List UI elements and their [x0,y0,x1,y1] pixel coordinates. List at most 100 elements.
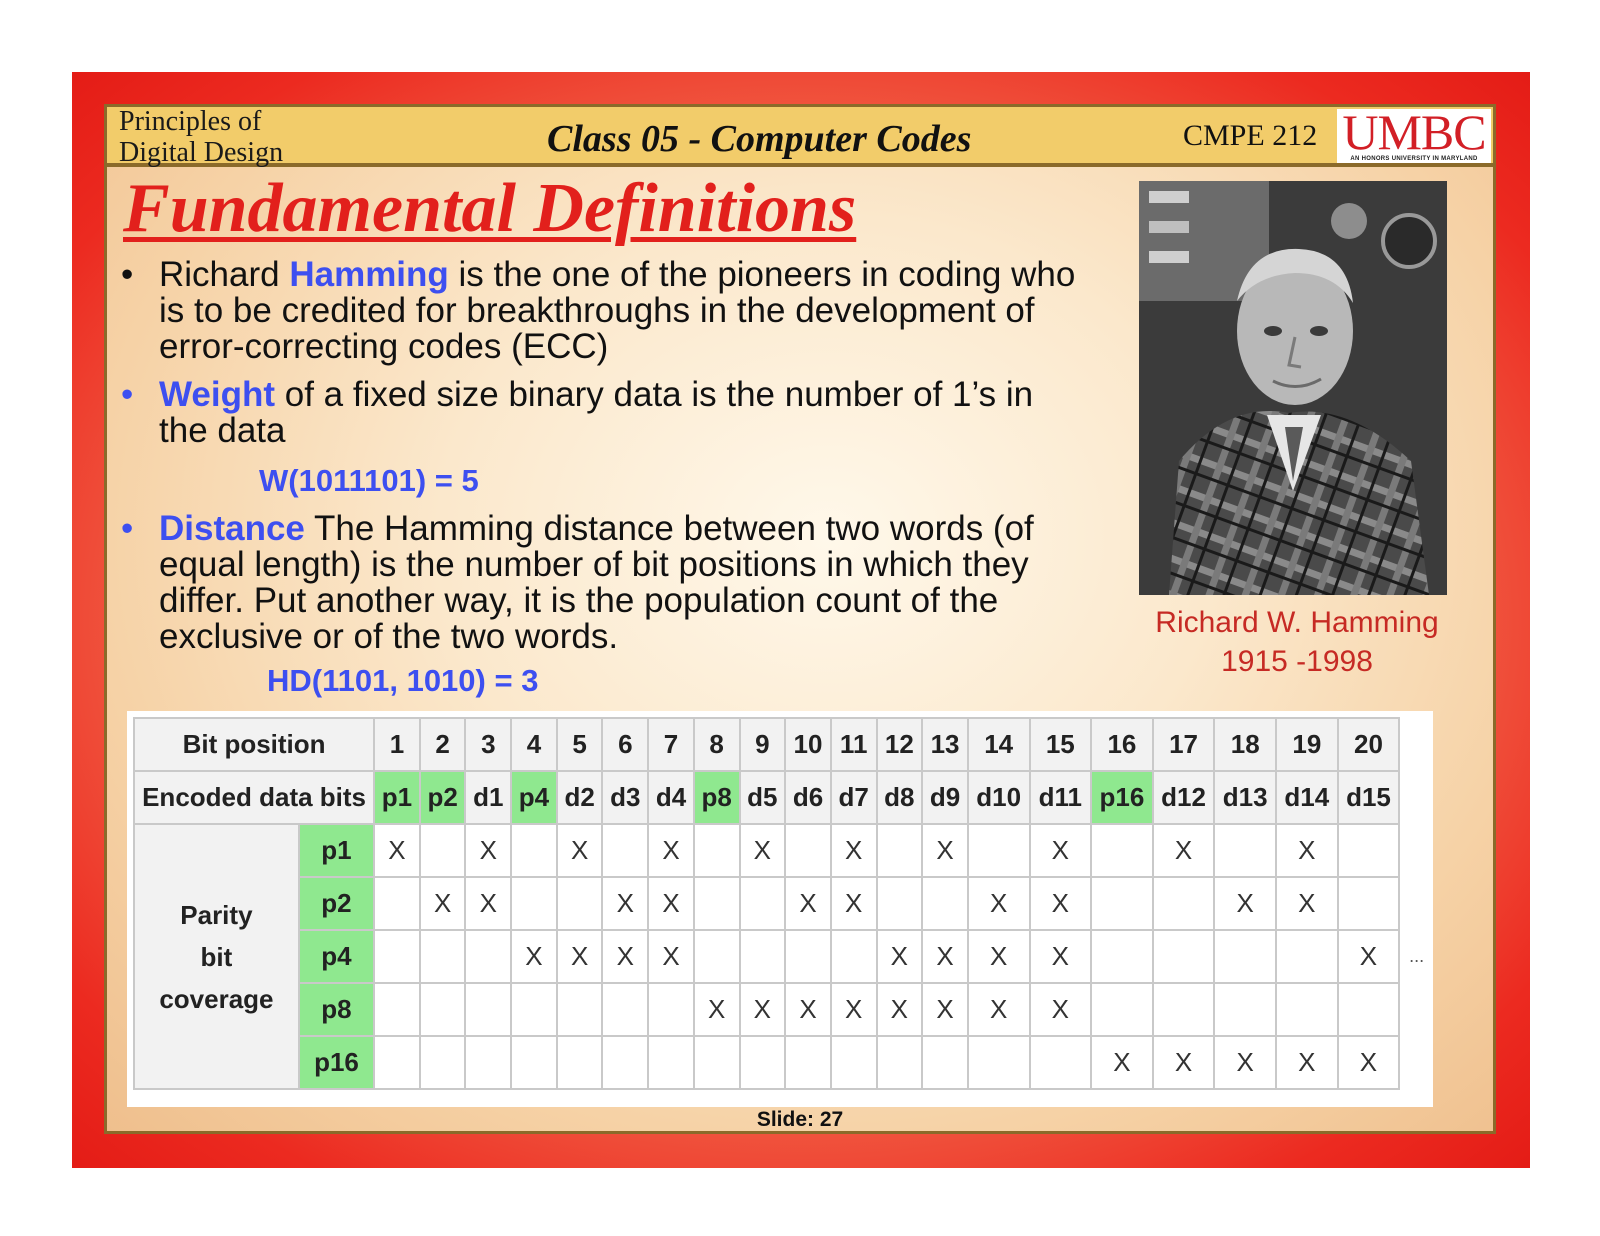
data-bit-cell: d12 [1151,770,1216,825]
data-bit-cell: d5 [738,770,787,825]
coverage-empty [373,982,421,1037]
coverage-mark: X [966,876,1031,931]
parity-coverage-label: Parity bit coverage [133,823,300,1090]
bit-position-cell: 15 [1028,717,1093,772]
coverage-mark: X [875,929,924,984]
parity-bit-cell: p1 [373,770,421,825]
coverage-empty [692,1035,741,1090]
data-bit-cell: d13 [1213,770,1278,825]
coverage-mark: X [373,823,421,878]
slide: Principles of Digital Design Class 05 - … [104,104,1496,1134]
data-bit-cell: d7 [829,770,878,825]
bit-position-cell: 17 [1151,717,1216,772]
coverage-empty [1151,876,1216,931]
coverage-empty [875,1035,924,1090]
coverage-mark: X [921,823,969,878]
coverage-empty [373,929,421,984]
parity-table-panel: Bit position 1 2 3 4 5 6 7 8 9 10 11 12 13 14 15 16 17 18 1… [127,711,1433,1107]
parity-row-label: p2 [297,876,376,931]
table-row: p8 X X X X X X X X [134,982,1433,1037]
coverage-mark: X [1028,929,1093,984]
bit-position-cell: 12 [875,717,924,772]
table-row: p16 X X X X X [134,1035,1433,1090]
coverage-mark: X [1213,1035,1278,1090]
parity-bit-cell: p8 [692,770,741,825]
coverage-empty [1090,929,1154,984]
portrait-illustration [1139,181,1447,595]
coverage-empty [784,823,832,878]
coverage-empty [966,1035,1031,1090]
coverage-empty [373,1035,421,1090]
coverage-mark: X [647,876,695,931]
bit-position-cell: 1 [373,717,421,772]
coverage-empty [555,876,604,931]
coverage-empty [601,982,650,1037]
coverage-empty [1213,982,1278,1037]
coverage-empty [464,982,513,1037]
coverage-empty [1090,982,1154,1037]
data-bit-cell: d8 [875,770,924,825]
coverage-mark: X [966,982,1031,1037]
coverage-empty [692,823,741,878]
coverage-empty [373,876,421,931]
table-row: p4 X X X X X X X X X [134,929,1433,984]
logo-wordmark: UMBC [1342,104,1486,160]
coverage-mark: X [966,929,1031,984]
coverage-empty [555,982,604,1037]
coverage-empty [464,929,513,984]
coverage-mark: X [829,876,878,931]
coverage-mark: X [784,982,832,1037]
bit-position-cell: 20 [1336,717,1401,772]
course-name: Principles of Digital Design [119,106,283,168]
keyword-hamming: Hamming [289,255,449,294]
coverage-empty [601,1035,650,1090]
bit-position-cell: 18 [1213,717,1278,772]
data-bit-cell: d2 [555,770,604,825]
coverage-empty [1151,929,1216,984]
bit-position-cell: 7 [647,717,695,772]
bit-position-cell: 19 [1275,717,1339,772]
parity-row-label: p4 [297,929,376,984]
coverage-mark: X [1336,1035,1401,1090]
coverage-mark: X [1213,876,1278,931]
bit-position-cell: 9 [738,717,787,772]
coverage-empty [784,929,832,984]
coverage-mark: X [1151,823,1216,878]
coverage-mark: X [1090,1035,1154,1090]
coverage-empty [1336,823,1401,878]
umbc-logo: UMBC AN HONORS UNIVERSITY IN MARYLAND [1337,105,1491,163]
coverage-empty [510,1035,558,1090]
course-name-line1: Principles of [119,106,262,137]
slide-number: Slide: 27 [756,1108,844,1131]
bullet-distance: • Distance The Hamming distance between t… [121,511,1081,701]
coverage-empty [1090,876,1154,931]
coverage-empty [921,1035,969,1090]
table-ellipsis: ... [1409,946,1425,966]
coverage-mark: X [692,982,741,1037]
coverage-empty [738,929,787,984]
parity-bit-cell: p4 [510,770,558,825]
coverage-mark: X [555,823,604,878]
encoded-bits-header: Encoded data bits [132,770,376,825]
data-bit-cell: d6 [784,770,832,825]
table-row: Bit position 1 2 3 4 5 6 7 8 9 10 11 12 13 14 15 16 17 18 1… [132,717,1433,772]
coverage-empty [1213,929,1278,984]
table-row: p2 X X X X X X X X X X [134,876,1433,931]
data-bit-cell: d9 [921,770,969,825]
coverage-empty [418,929,467,984]
coverage-mark: X [1151,1035,1216,1090]
coverage-empty [510,823,558,878]
coverage-mark: X [464,823,513,878]
coverage-empty [601,823,650,878]
coverage-empty [1275,929,1339,984]
coverage-empty [510,982,558,1037]
weight-formula: W(1011101) = 5 [259,463,479,498]
parity-row-label: p8 [297,982,376,1037]
bullet-weight: • Weight of a fixed size binary data is t… [121,377,1081,501]
coverage-mark: X [1336,929,1401,984]
data-bit-cell: d11 [1028,770,1093,825]
hamming-parity-table: Bit position 1 2 3 4 5 6 7 8 9 10 11 12 13 14 15 16 17 18 1… [132,717,1433,1090]
coverage-empty [875,876,924,931]
table-edge-cell [1399,718,1433,771]
coverage-label-line: Parity [180,899,253,930]
